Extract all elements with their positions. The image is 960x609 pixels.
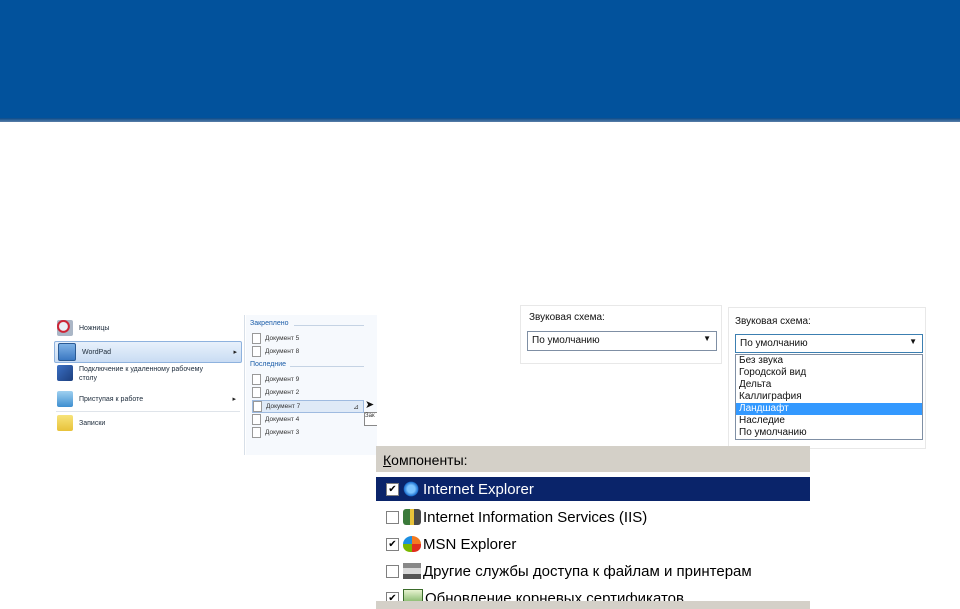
menu-item-label: Приступая к работе — [79, 395, 144, 403]
pinned-document[interactable]: Документ 8 — [252, 346, 362, 357]
checkbox-unchecked[interactable] — [386, 510, 399, 524]
header-banner — [0, 0, 960, 120]
section-divider — [294, 325, 364, 326]
sound-scheme-label: Звуковая схема: — [529, 312, 605, 323]
checkbox-checked[interactable]: ✔ — [386, 482, 399, 496]
dropdown-option[interactable]: Городской вид — [736, 367, 922, 379]
pin-icon[interactable]: ⊿ — [353, 403, 359, 411]
component-row-iis[interactable]: Internet Information Services (IIS) — [376, 505, 810, 529]
dropdown-option[interactable]: Каллиграфия — [736, 391, 922, 403]
checkbox-unchecked[interactable] — [386, 564, 399, 578]
document-label: Документ 7 — [266, 403, 301, 410]
recent-document[interactable]: Документ 7 ⊿ — [252, 400, 364, 413]
menu-item-remote-desktop[interactable]: Подключение к удаленному рабочему столу — [54, 365, 240, 387]
chevron-down-icon[interactable]: ▼ — [909, 337, 917, 346]
tooltip-text: Зак — [365, 413, 375, 419]
menu-item-getting-started[interactable]: Приступая к работе ▸ — [54, 390, 240, 408]
iis-icon — [403, 509, 421, 525]
dropdown-option[interactable]: Дельта — [736, 379, 922, 391]
sound-scheme-select[interactable]: По умолчанию ▼ — [735, 334, 923, 353]
component-label: MSN Explorer — [423, 535, 517, 553]
sound-scheme-panel-closed: Звуковая схема: По умолчанию ▼ — [520, 305, 722, 364]
mouse-cursor-icon: ➤ — [365, 399, 375, 411]
remote-desktop-icon — [57, 365, 73, 381]
checkbox-checked[interactable]: ✔ — [386, 537, 399, 551]
chevron-down-icon[interactable]: ▼ — [703, 334, 711, 343]
component-label: Internet Explorer — [423, 480, 534, 498]
recent-document[interactable]: Документ 2 — [252, 387, 362, 398]
components-list-panel: Компоненты: ✔ Internet Explorer Internet… — [376, 446, 810, 609]
sound-scheme-dropdown-list: Без звука Городской вид Дельта Каллиграф… — [735, 354, 923, 440]
pinned-header: Закреплено — [250, 320, 289, 327]
recent-document[interactable]: Документ 4 — [252, 414, 362, 425]
menu-item-label: WordPad — [82, 348, 112, 356]
document-icon — [252, 414, 261, 425]
msn-butterfly-icon — [403, 536, 421, 552]
menu-item-label: Ножницы — [79, 324, 110, 332]
document-label: Документ 4 — [265, 416, 300, 423]
sound-scheme-panel-open: Звуковая схема: По умолчанию ▼ Без звука… — [728, 307, 926, 449]
title-text: омпоненты: — [391, 452, 468, 468]
start-menu-programs: Ножницы WordPad ▸ Подключение к удаленно… — [52, 315, 245, 455]
banner-edge — [0, 118, 960, 122]
components-header: Компоненты: — [376, 446, 810, 472]
sound-scheme-select[interactable]: По умолчанию ▼ — [527, 331, 717, 351]
getting-started-icon — [57, 391, 73, 407]
component-row-internet-explorer[interactable]: ✔ Internet Explorer — [376, 477, 810, 501]
document-icon — [252, 387, 261, 398]
document-icon — [252, 374, 261, 385]
submenu-arrow-icon[interactable]: ▸ — [232, 395, 236, 403]
sound-scheme-label: Звуковая схема: — [735, 316, 811, 327]
dropdown-option-highlighted[interactable]: Ландшафт — [736, 403, 922, 415]
list-bottom-edge — [376, 601, 810, 609]
dropdown-option[interactable]: По умолчанию — [736, 427, 922, 439]
document-icon — [252, 333, 261, 344]
document-icon — [253, 401, 262, 412]
components-title: Компоненты: — [383, 452, 468, 468]
document-icon — [252, 346, 261, 357]
dropdown-option[interactable]: Наследие — [736, 415, 922, 427]
scissors-icon — [57, 320, 73, 336]
submenu-arrow-icon[interactable]: ▸ — [233, 348, 237, 356]
menu-item-snipping-tool[interactable]: Ножницы — [54, 319, 240, 337]
pinned-document[interactable]: Документ 5 — [252, 333, 362, 344]
tooltip: Зак — [364, 412, 377, 426]
recent-header: Последние — [250, 361, 287, 368]
menu-item-label: Записки — [79, 419, 106, 427]
start-menu-jumplist: Ножницы WordPad ▸ Подключение к удаленно… — [52, 315, 377, 455]
menu-item-wordpad[interactable]: WordPad ▸ — [54, 341, 242, 363]
internet-explorer-icon — [403, 481, 421, 497]
menu-item-label: Подключение к удаленному рабочему столу — [79, 366, 203, 382]
dropdown-option[interactable]: Без звука — [736, 355, 922, 367]
recent-document[interactable]: Документ 3 — [252, 427, 362, 438]
document-label: Документ 5 — [265, 335, 300, 342]
component-row-file-print-services[interactable]: Другие службы доступа к файлам и принтер… — [376, 559, 810, 583]
section-divider — [290, 366, 364, 367]
menu-divider — [56, 411, 240, 412]
document-label: Документ 3 — [265, 429, 300, 436]
sticky-notes-icon — [57, 415, 73, 431]
component-label: Другие службы доступа к файлам и принтер… — [423, 562, 752, 580]
document-label: Документ 8 — [265, 348, 300, 355]
menu-item-sticky-notes[interactable]: Записки — [54, 414, 240, 432]
component-label: Internet Information Services (IIS) — [423, 508, 648, 526]
select-value: По умолчанию — [532, 335, 600, 346]
title-accelerator: К — [383, 452, 392, 468]
wordpad-icon — [58, 343, 76, 361]
document-icon — [252, 427, 261, 438]
component-row-msn-explorer[interactable]: ✔ MSN Explorer — [376, 532, 810, 556]
document-label: Документ 9 — [265, 376, 300, 383]
file-print-services-icon — [403, 563, 421, 579]
jumplist-panel: Закреплено Документ 5 Документ 8 Последн… — [246, 315, 377, 455]
document-label: Документ 2 — [265, 389, 300, 396]
recent-document[interactable]: Документ 9 — [252, 374, 362, 385]
select-value: По умолчанию — [740, 338, 808, 349]
